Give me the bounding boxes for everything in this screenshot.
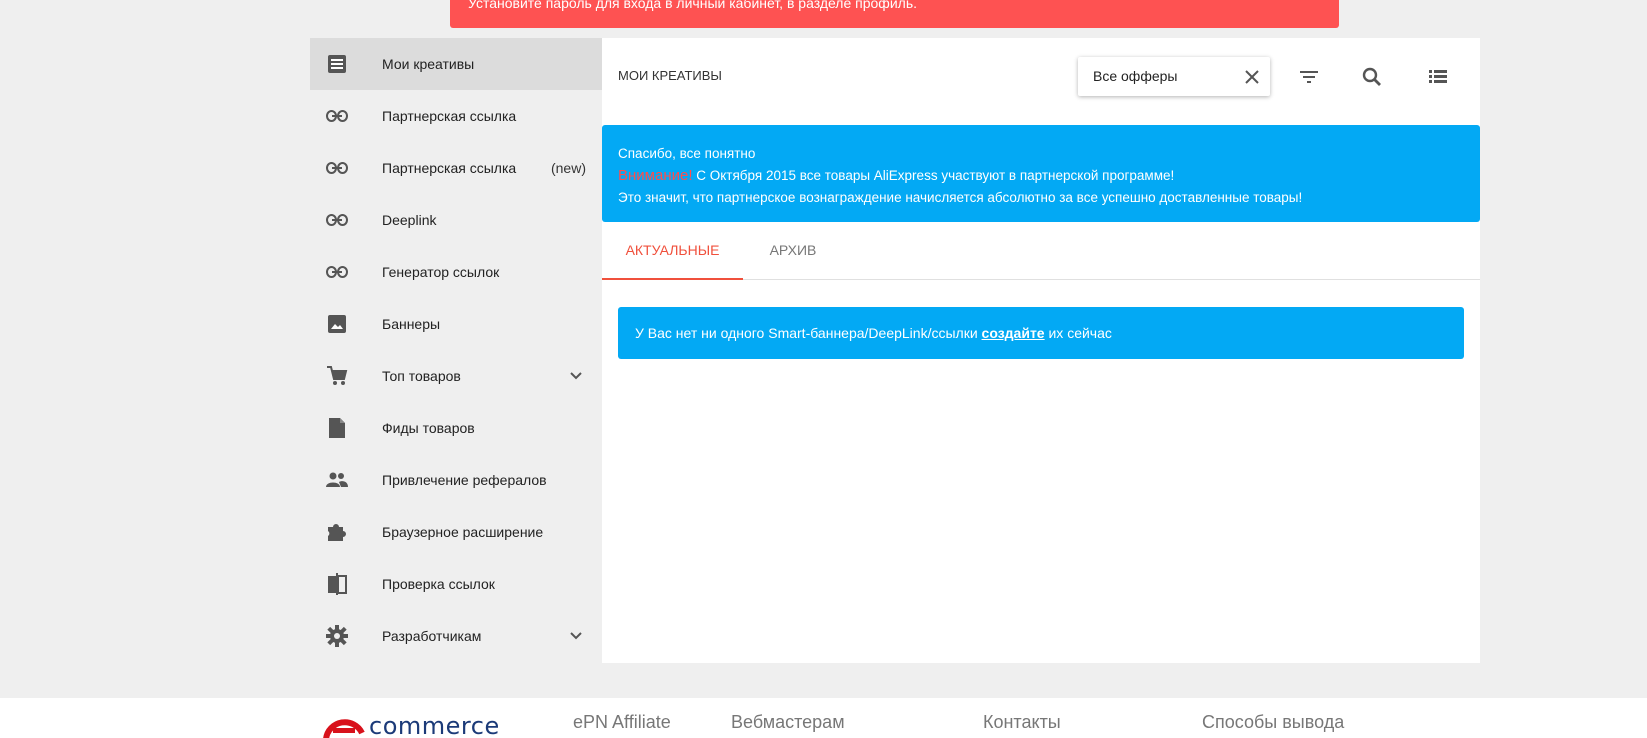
sidebar-item-label: Партнерская ссылка — [382, 160, 517, 176]
search-icon[interactable] — [1360, 65, 1384, 89]
notice-line-1: Внимание! С Октября 2015 все товары AliE… — [618, 165, 1464, 187]
main-header: МОИ КРЕАТИВЫ Все офферы — [602, 38, 1480, 125]
image-icon — [326, 313, 348, 335]
page-title: МОИ КРЕАТИВЫ — [618, 68, 722, 83]
tab-current[interactable]: Актуальные — [602, 222, 743, 280]
sidebar-item-label: Привлечение рефералов — [382, 472, 547, 488]
new-badge: (new) — [550, 160, 586, 176]
footer: commerce ePN Affiliate Вебмастерам Конта… — [0, 698, 1647, 738]
sidebar-item-developers[interactable]: Разработчикам — [310, 610, 602, 662]
sidebar-item-link-check[interactable]: Проверка ссылок — [310, 558, 602, 610]
notice-line-1-text: С Октября 2015 все товары AliExpress уча… — [692, 168, 1175, 183]
sidebar-item-product-feeds[interactable]: Фиды товаров — [310, 402, 602, 454]
list-doc-icon — [326, 53, 348, 75]
file-icon — [326, 417, 348, 439]
sidebar-item-banners[interactable]: Баннеры — [310, 298, 602, 350]
cart-icon — [326, 365, 348, 387]
footer-link-payouts[interactable]: Способы вывода — [1202, 712, 1344, 733]
logo[interactable]: commerce — [323, 711, 500, 738]
sidebar-item-label: Баннеры — [382, 316, 441, 332]
empty-text-before: У Вас нет ни одного Smart-баннера/DeepLi… — [635, 325, 982, 341]
link-icon — [326, 105, 348, 127]
footer-link-contacts[interactable]: Контакты — [983, 712, 1061, 733]
sidebar: Мои креативы Партнерская ссылка Партнерс… — [310, 38, 602, 662]
notice-warning: Внимание! — [618, 167, 693, 184]
tabs: Актуальные Архив — [602, 222, 1480, 280]
close-icon[interactable] — [1244, 69, 1260, 85]
sidebar-item-label: Мои креативы — [382, 56, 475, 72]
compare-icon — [326, 573, 348, 595]
epn-logo-icon — [323, 719, 365, 738]
sidebar-item-referrals[interactable]: Привлечение рефералов — [310, 454, 602, 506]
link-icon — [326, 157, 348, 179]
sidebar-item-my-creatives[interactable]: Мои креативы — [310, 38, 602, 90]
link-icon — [326, 209, 348, 231]
people-icon — [326, 469, 348, 491]
puzzle-icon — [326, 521, 348, 543]
logo-text: commerce — [369, 712, 500, 738]
sidebar-item-label: Фиды товаров — [382, 420, 475, 436]
offer-select[interactable]: Все офферы — [1078, 57, 1270, 96]
sidebar-item-label: Проверка ссылок — [382, 576, 495, 592]
list-view-icon[interactable] — [1426, 65, 1450, 89]
chevron-down-icon[interactable] — [568, 628, 584, 644]
sidebar-item-label: Генератор ссылок — [382, 264, 500, 280]
sidebar-item-link-generator[interactable]: Генератор ссылок — [310, 246, 602, 298]
sidebar-item-label: Партнерская ссылка — [382, 108, 517, 124]
notice-dismiss-link[interactable]: Спасибо, все понятно — [618, 146, 755, 161]
top-alert-text: Установите пароль для входа в личный каб… — [468, 0, 917, 11]
link-icon — [326, 261, 348, 283]
offer-select-value: Все офферы — [1093, 68, 1178, 84]
sidebar-item-label: Браузерное расширение — [382, 524, 544, 540]
chevron-down-icon[interactable] — [568, 368, 584, 384]
empty-text-after: их сейчас — [1044, 325, 1112, 341]
top-alert-banner: Установите пароль для входа в личный каб… — [450, 0, 1339, 28]
sidebar-item-label: Топ товаров — [382, 368, 461, 384]
notice-line-2: Это значит, что партнерское вознагражден… — [618, 190, 1303, 205]
main-panel: МОИ КРЕАТИВЫ Все офферы Спасибо, все пон… — [602, 38, 1480, 663]
tab-archive[interactable]: Архив — [743, 222, 843, 280]
empty-state-notice: У Вас нет ни одного Smart-баннера/DeepLi… — [618, 307, 1464, 359]
sidebar-item-label: Deeplink — [382, 212, 437, 228]
footer-link-affiliate[interactable]: ePN Affiliate — [573, 712, 671, 733]
sidebar-item-deeplink[interactable]: Deeplink — [310, 194, 602, 246]
sidebar-item-browser-extension[interactable]: Браузерное расширение — [310, 506, 602, 558]
filter-icon[interactable] — [1297, 65, 1321, 89]
sidebar-item-partner-link[interactable]: Партнерская ссылка — [310, 90, 602, 142]
footer-link-webmasters[interactable]: Вебмастерам — [731, 712, 845, 733]
sidebar-item-partner-link-new[interactable]: Партнерская ссылка (new) — [310, 142, 602, 194]
aliexpress-notice: Спасибо, все понятно Внимание! С Октября… — [602, 125, 1480, 222]
create-link[interactable]: создайте — [982, 325, 1045, 341]
sidebar-item-top-products[interactable]: Топ товаров — [310, 350, 602, 402]
sidebar-item-label: Разработчикам — [382, 628, 482, 644]
gear-icon — [326, 625, 348, 647]
